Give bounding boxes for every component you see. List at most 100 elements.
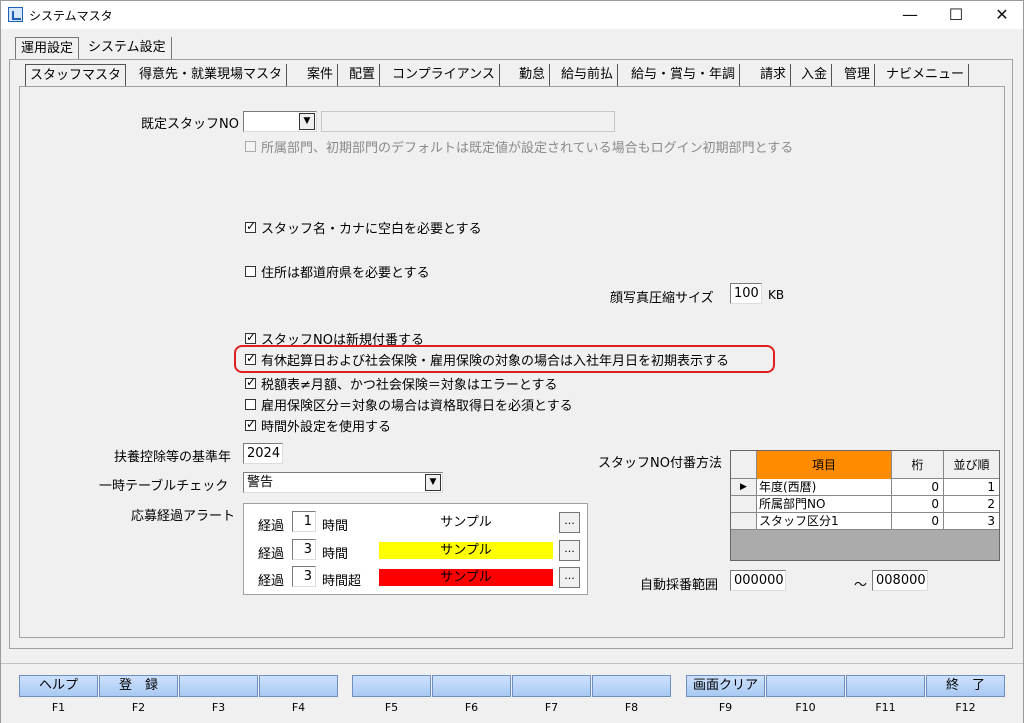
grid-row-3-item[interactable]: スタッフ区分1 bbox=[757, 513, 892, 530]
photo-size-unit: KB bbox=[768, 288, 785, 302]
employment-ins-label: 雇用保険区分＝対象の場合は資格取得日を必須とする bbox=[261, 399, 573, 414]
f12-key-label: F12 bbox=[955, 701, 976, 714]
f1-key-label: F1 bbox=[51, 701, 66, 714]
tab-billing[interactable]: 請求 bbox=[756, 64, 792, 86]
dept-default-label: 所属部門、初期部門のデフォルトは既定値が設定されている場合もログイン初期部門とす… bbox=[261, 141, 794, 156]
alert-1-hours[interactable]: 1 bbox=[292, 511, 316, 532]
tax-table-checkbox[interactable] bbox=[245, 375, 256, 389]
alert-2-color-button[interactable]: ... bbox=[559, 540, 580, 561]
alert-3-prefix: 経過 bbox=[258, 574, 285, 589]
f2-register-button[interactable]: 登 録 bbox=[99, 675, 178, 697]
grid-row-1-item[interactable]: 年度(西暦) bbox=[757, 479, 892, 496]
f10-button[interactable] bbox=[766, 675, 845, 697]
numbering-grid: 項目 桁 並び順 ▶ 年度(西暦) 0 1 所属部門NO 0 2 スタッフ区分1… bbox=[730, 450, 1000, 561]
tab-navi-menu[interactable]: ナビメニュー bbox=[882, 64, 970, 86]
grid-row-1-order[interactable]: 1 bbox=[944, 479, 999, 496]
alert-1-sample: サンプル bbox=[379, 514, 553, 531]
grid-row-1-digits[interactable]: 0 bbox=[892, 479, 944, 496]
f6-button[interactable] bbox=[432, 675, 511, 697]
tax-table-label: 税額表≠月額、かつ社会保険＝対象はエラーとする bbox=[261, 378, 558, 393]
staff-name-space-checkbox[interactable] bbox=[245, 219, 256, 233]
address-pref-checkbox[interactable] bbox=[245, 266, 256, 277]
f3-button[interactable] bbox=[179, 675, 258, 697]
close-button[interactable]: ✕ bbox=[979, 1, 1024, 29]
app-icon bbox=[8, 7, 23, 22]
grid-header-digits: 桁 bbox=[892, 451, 944, 479]
grid-row-3-header bbox=[731, 513, 757, 530]
temp-table-select[interactable]: 警告 bbox=[243, 472, 443, 493]
tab-attendance[interactable]: 勤怠 bbox=[515, 64, 551, 86]
f5-key-label: F5 bbox=[384, 701, 399, 714]
grid-row-2-digits[interactable]: 0 bbox=[892, 496, 944, 513]
tab-salary-advance[interactable]: 給与前払 bbox=[557, 64, 619, 86]
alert-1-suffix: 時間 bbox=[322, 519, 349, 534]
f1-help-button[interactable]: ヘルプ bbox=[19, 675, 98, 697]
f7-key-label: F7 bbox=[544, 701, 559, 714]
default-staff-no-label: 既定スタッフNO bbox=[141, 117, 239, 132]
f4-key-label: F4 bbox=[291, 701, 306, 714]
tab-payment[interactable]: 入金 bbox=[797, 64, 833, 86]
grid-corner bbox=[731, 451, 757, 479]
tab-staff-master[interactable]: スタッフマスタ bbox=[25, 64, 127, 86]
tab-operation-settings[interactable]: 運用設定 bbox=[15, 37, 80, 59]
staff-no-auto-checkbox[interactable] bbox=[245, 330, 256, 344]
tab-system-settings[interactable]: システム設定 bbox=[83, 37, 172, 59]
tab-placement[interactable]: 配置 bbox=[345, 64, 381, 86]
overtime-checkbox[interactable] bbox=[245, 417, 256, 431]
alert-2-suffix: 時間 bbox=[322, 547, 349, 562]
alert-3-sample: サンプル bbox=[379, 569, 553, 586]
photo-size-input[interactable]: 100 bbox=[730, 283, 762, 304]
tab-projects[interactable]: 案件 bbox=[303, 64, 339, 86]
highlight-box bbox=[234, 345, 775, 373]
alert-2-sample: サンプル bbox=[379, 542, 553, 559]
f6-key-label: F6 bbox=[464, 701, 479, 714]
alert-2-hours[interactable]: 3 bbox=[292, 539, 316, 560]
tab-salary-bonus[interactable]: 給与・賞与・年調 bbox=[627, 64, 741, 86]
auto-range-tilde: ～ bbox=[854, 578, 868, 593]
dept-default-checkbox[interactable] bbox=[245, 141, 256, 152]
f11-key-label: F11 bbox=[875, 701, 896, 714]
f12-exit-button[interactable]: 終 了 bbox=[926, 675, 1005, 697]
grid-row-3-order[interactable]: 3 bbox=[944, 513, 999, 530]
alert-3-suffix: 時間超 bbox=[322, 574, 362, 589]
f8-key-label: F8 bbox=[624, 701, 639, 714]
alert-2-prefix: 経過 bbox=[258, 547, 285, 562]
f9-clear-button[interactable]: 画面クリア bbox=[686, 675, 765, 697]
auto-range-to-input[interactable]: 008000 bbox=[872, 570, 928, 591]
address-pref-label: 住所は都道府県を必要とする bbox=[261, 266, 430, 281]
alert-3-hours[interactable]: 3 bbox=[292, 566, 316, 587]
auto-range-from-input[interactable]: 000000 bbox=[730, 570, 786, 591]
auto-range-label: 自動採番範囲 bbox=[640, 578, 719, 593]
deduction-year-input[interactable]: 2024 bbox=[243, 443, 283, 464]
window-title: システムマスタ bbox=[29, 9, 113, 23]
chevron-down-icon[interactable]: ▼ bbox=[425, 474, 441, 491]
tab-management[interactable]: 管理 bbox=[840, 64, 876, 86]
employment-ins-checkbox[interactable] bbox=[245, 399, 256, 410]
function-key-bar: ヘルプ 登 録 画面クリア 終 了 F1 F2 F3 F4 F5 F6 F7 F… bbox=[1, 663, 1023, 723]
f2-key-label: F2 bbox=[131, 701, 146, 714]
grid-header-order: 並び順 bbox=[944, 451, 999, 479]
system-master-window: システムマスタ — ☐ ✕ 運用設定 システム設定 スタッフマスタ 得意先・就業… bbox=[0, 0, 1024, 723]
maximize-button[interactable]: ☐ bbox=[933, 1, 979, 29]
staff-name-space-label: スタッフ名・カナに空白を必要とする bbox=[261, 222, 482, 237]
tab-client-site-master[interactable]: 得意先・就業現場マスタ bbox=[135, 64, 288, 86]
f11-button[interactable] bbox=[846, 675, 925, 697]
default-staff-name-field bbox=[321, 111, 615, 132]
temp-table-label: 一時テーブルチェック bbox=[99, 479, 229, 494]
f5-button[interactable] bbox=[352, 675, 431, 697]
minimize-button[interactable]: — bbox=[887, 1, 933, 29]
tab-compliance[interactable]: コンプライアンス bbox=[388, 64, 500, 86]
chevron-down-icon[interactable]: ▼ bbox=[299, 113, 315, 130]
f7-button[interactable] bbox=[512, 675, 591, 697]
alert-1-color-button[interactable]: ... bbox=[559, 512, 580, 533]
f10-key-label: F10 bbox=[795, 701, 816, 714]
grid-row-2-item[interactable]: 所属部門NO bbox=[757, 496, 892, 513]
numbering-label: スタッフNO付番方法 bbox=[598, 456, 722, 471]
grid-row-2-order[interactable]: 2 bbox=[944, 496, 999, 513]
alert-3-color-button[interactable]: ... bbox=[559, 567, 580, 588]
photo-size-label: 顔写真圧縮サイズ bbox=[610, 291, 714, 306]
deduction-year-label: 扶養控除等の基準年 bbox=[114, 450, 232, 465]
f4-button[interactable] bbox=[259, 675, 338, 697]
grid-row-3-digits[interactable]: 0 bbox=[892, 513, 944, 530]
f8-button[interactable] bbox=[592, 675, 671, 697]
